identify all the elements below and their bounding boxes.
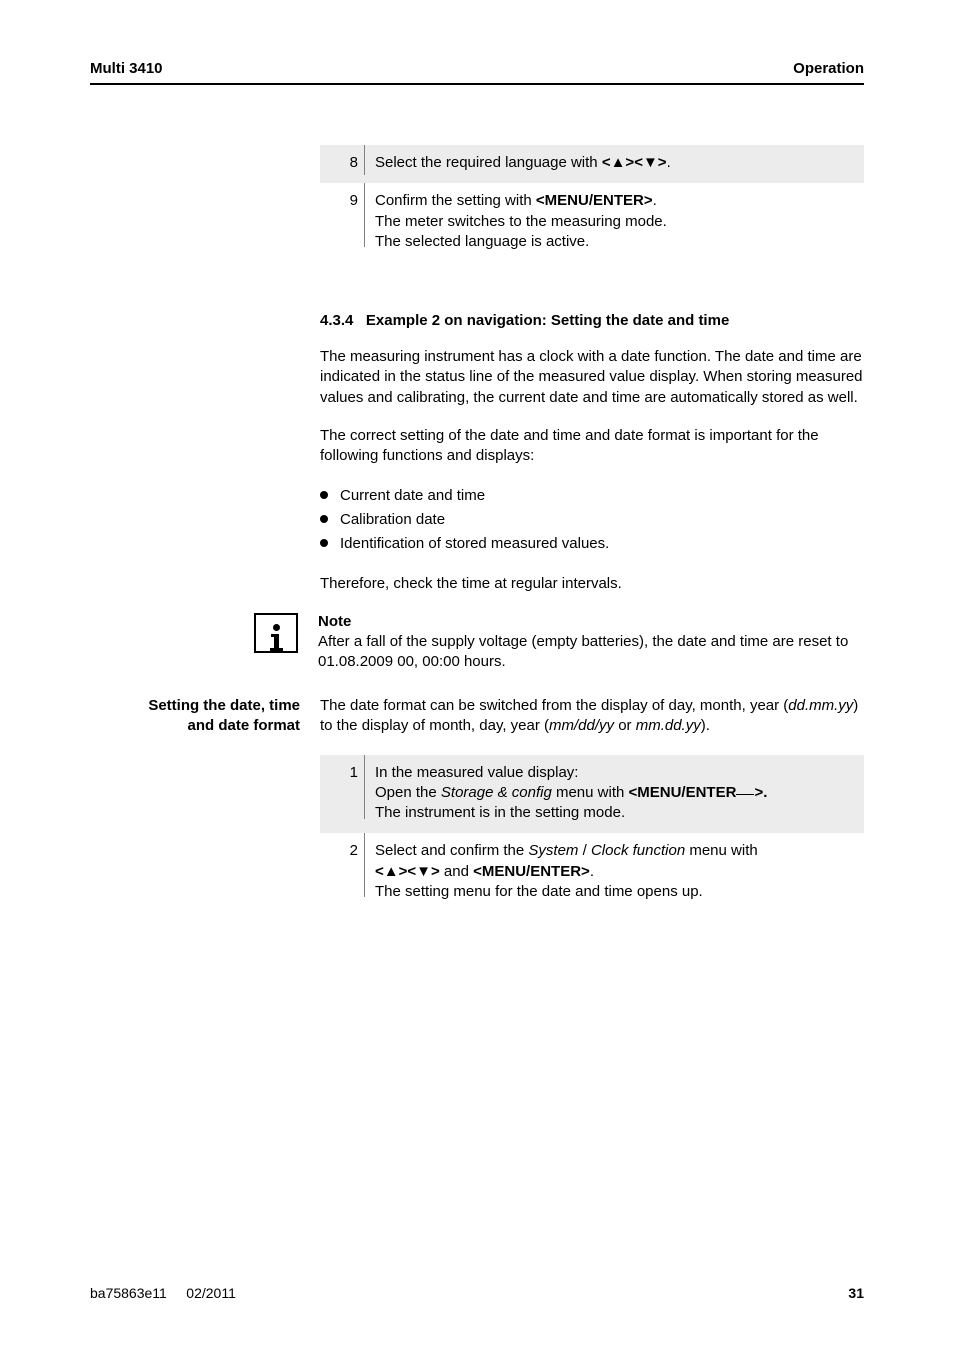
step-text: Select the required language with <▲><▼>… [365,145,864,183]
note-text: After a fall of the supply voltage (empt… [318,632,864,673]
body-paragraph: The measuring instrument has a clock wit… [320,347,864,408]
header-rule [90,83,864,85]
footer-left: ba75863e11 02/2011 [90,1285,236,1301]
body-paragraph: The correct setting of the date and time… [320,426,864,467]
step-row: 2 Select and confirm the System / Clock … [320,833,864,912]
step-text: Select and confirm the System / Clock fu… [365,833,864,912]
step-row: 9 Confirm the setting with <MENU/ENTER>.… [320,183,864,262]
body-paragraph: The date format can be switched from the… [320,696,864,737]
step-row: 8 Select the required language with <▲><… [320,145,864,183]
info-icon [254,613,298,653]
step-text: In the measured value display: Open the … [365,755,864,834]
step-number: 2 [320,833,364,912]
list-item: Current date and time [320,484,864,508]
procedure-steps-top: 8 Select the required language with <▲><… [320,145,864,262]
step-row: 1 In the measured value display: Open th… [320,755,864,834]
step-number: 1 [320,755,364,834]
margin-heading: Setting the date, time and date format [90,696,300,735]
step-text: Confirm the setting with <MENU/ENTER>. T… [365,183,864,262]
header-right: Operation [793,60,864,77]
step-number: 9 [320,183,364,262]
note-label: Note [318,613,864,630]
procedure-steps-bottom: 1 In the measured value display: Open th… [320,755,864,913]
page-header: Multi 3410 Operation [90,60,864,77]
step-number: 8 [320,145,364,183]
list-item: Identification of stored measured values… [320,532,864,556]
page-number: 31 [848,1285,864,1301]
section-heading: 4.3.4 Example 2 on navigation: Setting t… [320,312,864,329]
body-paragraph: Therefore, check the time at regular int… [320,574,864,594]
bullet-list: Current date and time Calibration date I… [320,484,864,556]
header-left: Multi 3410 [90,60,163,77]
list-item: Calibration date [320,508,864,532]
note-block: Note After a fall of the supply voltage … [320,613,864,673]
page-footer: ba75863e11 02/2011 31 [90,1285,864,1301]
